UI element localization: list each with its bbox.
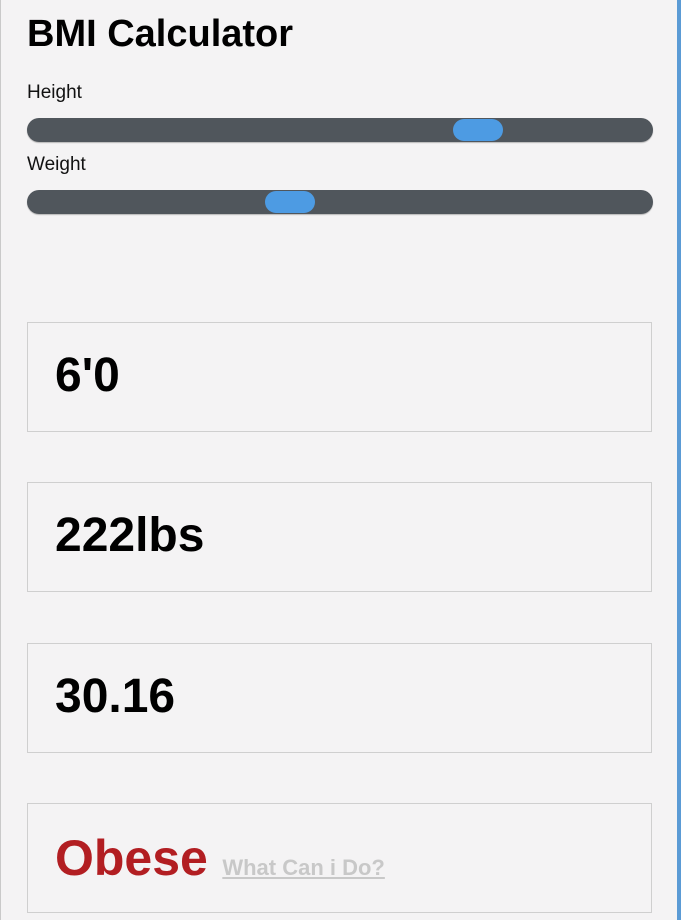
height-slider[interactable] [27, 118, 653, 142]
weight-slider[interactable] [27, 190, 653, 214]
height-slider-label: Height [27, 82, 82, 103]
bmi-value: 30.16 [55, 670, 176, 723]
window-edge [677, 0, 681, 920]
bmi-category-box: Obese What Can i Do? [27, 803, 652, 913]
bmi-category-label: Obese [55, 830, 208, 886]
page-title: BMI Calculator [27, 13, 294, 55]
bmi-category-row: Obese What Can i Do? [55, 828, 385, 888]
bmi-value-box: 30.16 [27, 643, 652, 753]
height-slider-thumb[interactable] [452, 119, 503, 141]
weight-slider-label: Weight [27, 154, 86, 175]
height-display-value: 6'0 [55, 349, 120, 402]
weight-display-box: 222lbs [27, 482, 652, 592]
weight-slider-thumb[interactable] [264, 191, 315, 213]
what-can-i-do-link[interactable]: What Can i Do? [222, 855, 385, 880]
weight-display-value: 222lbs [55, 509, 205, 562]
height-display-box: 6'0 [27, 322, 652, 432]
bmi-calculator-page: BMI Calculator Height Weight 6'0 222lbs … [0, 0, 681, 920]
